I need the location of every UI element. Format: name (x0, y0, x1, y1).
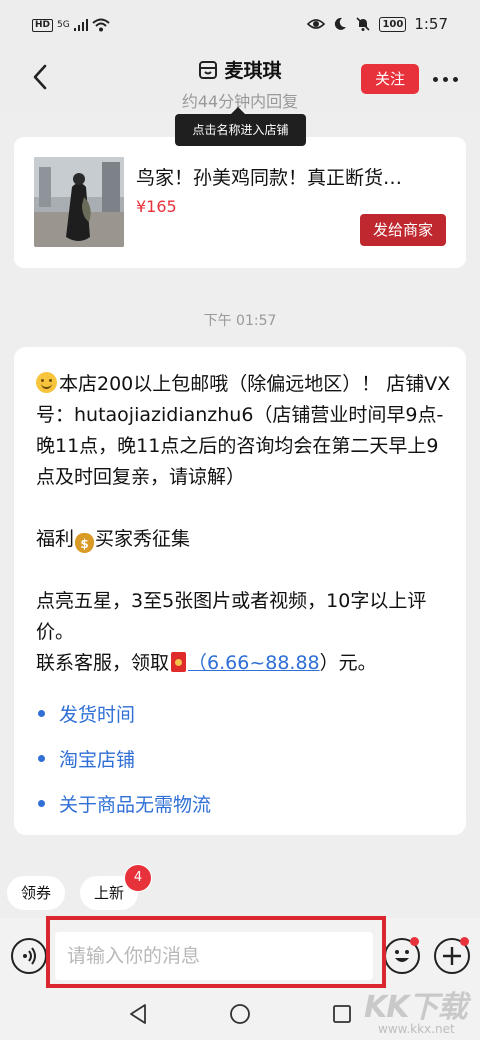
link-no-logistics[interactable]: 关于商品无需物流 (38, 781, 211, 826)
plus-icon[interactable] (434, 937, 470, 974)
shop-name[interactable]: 麦琪琪 (224, 56, 281, 83)
chevron-left-icon[interactable] (26, 62, 56, 92)
shop-tooltip: 点击名称进入店铺 (175, 107, 306, 146)
plus-notification-dot (460, 937, 469, 946)
product-title[interactable]: 鸟家！孙美鸡同款！真正断货… (136, 163, 446, 190)
battery-indicator: 100 (379, 16, 407, 32)
money-bag-emoji-icon: $ (75, 533, 95, 553)
status-bar: HD 5G 100 1:57 (0, 0, 480, 52)
review-instructions: 点亮五星，3至5张图片或者视频，10字以上评价。 (36, 590, 427, 643)
input-bar (0, 918, 480, 988)
watermark-logo: KK下载 www.kkx.net (360, 982, 476, 1038)
watermark-url: www.kkx.net (378, 1022, 455, 1036)
product-price: ¥165 (136, 197, 177, 216)
hd-indicator: HD (32, 18, 54, 32)
voice-icon[interactable] (11, 938, 47, 974)
smile-emoji-icon (36, 372, 57, 393)
coupon-chip[interactable]: 领券 (7, 876, 65, 910)
follow-button[interactable]: 关注 (361, 64, 419, 94)
welfare-label: 福利 (36, 528, 75, 550)
shop-title[interactable]: 麦琪琪 约44分钟内回复 (160, 56, 320, 112)
product-image[interactable] (34, 157, 124, 247)
wifi-icon (92, 18, 110, 32)
message-input[interactable] (55, 932, 373, 980)
bullet-icon (38, 710, 45, 717)
new-arrivals-badge: 4 (124, 864, 152, 892)
send-to-merchant-button[interactable]: 发给商家 (360, 214, 446, 246)
signal-icon (73, 19, 88, 31)
message-timestamp: 下午 01:57 (203, 313, 277, 329)
message-paragraph-1: 本店200以上包邮哦（除偏远地区）！ 店铺VX号：hutaojiazidianz… (36, 373, 451, 488)
buyer-show-label: 买家秀征集 (95, 528, 191, 550)
triangle-back-icon[interactable] (126, 1002, 150, 1026)
red-packet-amount-link[interactable]: （6.66~88.88 (188, 652, 320, 674)
contact-service-label: 联系客服，领取 (36, 652, 170, 674)
bullet-icon (38, 800, 45, 807)
quick-links: 发货时间 淘宝店铺 关于商品无需物流 (38, 691, 211, 826)
bullet-icon (38, 755, 45, 762)
red-packet-icon (171, 652, 187, 672)
eye-icon (307, 19, 326, 29)
emoji-notification-dot (410, 937, 419, 946)
watermark-text: KK下载 (364, 990, 467, 1025)
product-card[interactable]: 鸟家！孙美鸡同款！真正断货… ¥165 发给商家 (14, 137, 466, 268)
clock: 1:57 (414, 15, 448, 33)
network-type: 5G (57, 20, 70, 30)
link-taobao-shop[interactable]: 淘宝店铺 (38, 736, 211, 781)
merchant-message: 本店200以上包邮哦（除偏远地区）！ 店铺VX号：hutaojiazidianz… (14, 347, 466, 835)
moon-icon (335, 17, 347, 30)
circle-home-icon[interactable] (228, 1002, 252, 1026)
store-icon (199, 60, 218, 79)
emoji-icon[interactable] (384, 937, 420, 974)
mute-bell-icon (356, 17, 371, 31)
square-recent-icon[interactable] (330, 1002, 354, 1026)
more-dots-icon[interactable] (428, 66, 462, 92)
chat-header: 麦琪琪 约44分钟内回复 关注 (0, 52, 480, 112)
link-shipping-time[interactable]: 发货时间 (38, 691, 211, 736)
currency-suffix: ）元。 (319, 652, 377, 674)
